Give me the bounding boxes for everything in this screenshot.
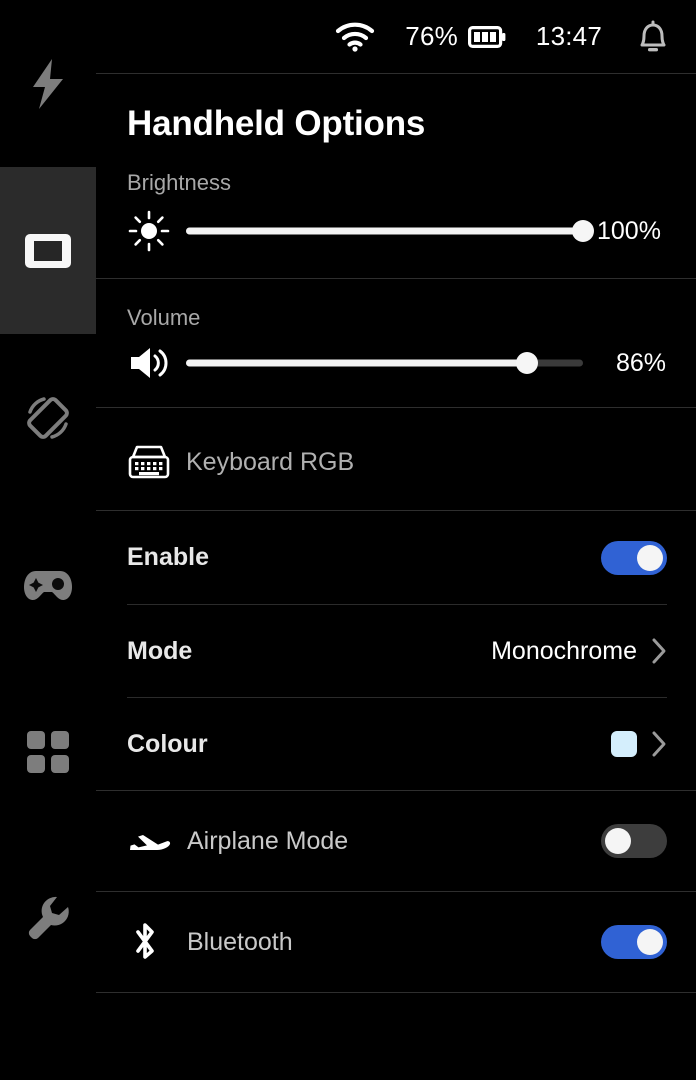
rgb-colour-row[interactable]: Colour: [127, 697, 667, 790]
rgb-enable-label: Enable: [127, 543, 209, 571]
rgb-mode-row[interactable]: Mode Monochrome: [127, 604, 667, 697]
status-bar: 76% 13:47: [96, 0, 696, 74]
sidebar-rail: [0, 0, 96, 1080]
bluetooth-label: Bluetooth: [187, 927, 293, 956]
toggle-knob: [637, 544, 663, 571]
volume-fill: [186, 359, 528, 367]
battery-icon: [467, 25, 506, 48]
brightness-fill: [186, 227, 583, 235]
clock-label: 13:47: [535, 21, 602, 51]
toggle-knob: [605, 828, 631, 854]
brightness-section: Handheld Options Brightness 100%: [96, 74, 696, 279]
airplane-icon: [127, 826, 179, 856]
grid-apps-icon: [25, 729, 71, 775]
volume-label: Volume: [127, 305, 201, 330]
page-title: Handheld Options: [127, 104, 426, 143]
gamepad-icon: [22, 567, 74, 603]
brightness-value: 100%: [597, 216, 661, 245]
airplane-mode-toggle[interactable]: [601, 824, 667, 858]
volume-slider[interactable]: [186, 352, 583, 374]
volume-knob[interactable]: [516, 352, 539, 374]
rgb-mode-label: Mode: [127, 636, 193, 665]
speaker-volume-icon: [127, 345, 171, 381]
rgb-enable-toggle[interactable]: [601, 540, 667, 575]
rgb-mode-value: Monochrome: [491, 636, 637, 665]
volume-section: Volume 86%: [96, 279, 696, 408]
sidebar-item-apps[interactable]: [0, 668, 96, 835]
bell-icon[interactable]: [636, 19, 670, 55]
chevron-right-icon[interactable]: [651, 730, 667, 758]
brightness-slider[interactable]: [186, 220, 594, 242]
keyboard-rgb-title: Keyboard RGB: [186, 447, 355, 476]
handheld-quick-settings-panel: 76% 13:47 Handheld Options Brightness 10…: [0, 0, 696, 1080]
brightness-knob[interactable]: [572, 220, 594, 242]
screen-rotation-icon: [22, 392, 74, 444]
rgb-enable-row[interactable]: Enable: [127, 511, 667, 604]
sidebar-item-controller[interactable]: [0, 501, 96, 668]
sidebar-item-handheld[interactable]: [0, 167, 96, 334]
bluetooth-row[interactable]: Bluetooth: [96, 892, 696, 993]
wrench-icon: [25, 895, 71, 943]
wifi-icon: [335, 22, 375, 52]
rgb-colour-swatch[interactable]: [611, 731, 637, 757]
airplane-mode-row[interactable]: Airplane Mode: [96, 791, 696, 892]
bluetooth-icon: [127, 919, 179, 965]
keyboard-rgb-header: Keyboard RGB: [96, 408, 696, 510]
volume-value: 86%: [616, 348, 667, 377]
bluetooth-toggle[interactable]: [601, 925, 667, 959]
brightness-sun-icon: [127, 210, 171, 252]
sidebar-item-performance[interactable]: [0, 0, 96, 167]
toggle-knob: [637, 929, 663, 955]
handheld-display-icon: [23, 232, 73, 270]
brightness-slider-row[interactable]: 100%: [96, 196, 696, 278]
battery-percent-label: 76%: [405, 21, 458, 51]
keyboard-rgb-settings-section: Enable Mode Monochrome Colour: [96, 511, 696, 791]
volume-slider-row[interactable]: 86%: [96, 331, 696, 407]
rgb-colour-label: Colour: [127, 729, 208, 758]
keyboard-icon: [127, 444, 171, 480]
main-panel: 76% 13:47 Handheld Options Brightness 10…: [96, 0, 696, 1080]
sidebar-item-tools[interactable]: [0, 835, 96, 1002]
keyboard-rgb-header-section: Keyboard RGB: [96, 408, 696, 511]
lightning-bolt-icon: [25, 57, 71, 111]
brightness-label: Brightness: [127, 170, 231, 195]
sidebar-item-rotation[interactable]: [0, 334, 96, 501]
chevron-right-icon[interactable]: [651, 637, 667, 665]
airplane-mode-label: Airplane Mode: [187, 826, 349, 855]
